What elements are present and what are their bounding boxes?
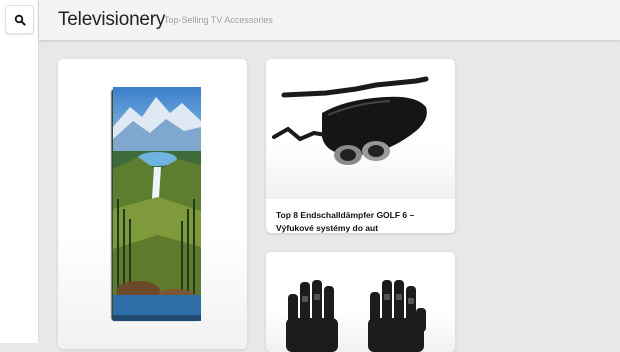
product-title[interactable]: Top 8 Endschalldämpfer GOLF 6 – Výfukové… — [276, 209, 445, 233]
site-header: Televisionery Top-Selling TV Accessories — [39, 0, 620, 40]
site-tagline: Top-Selling TV Accessories — [164, 15, 273, 25]
product-image[interactable] — [266, 59, 455, 199]
product-card[interactable] — [266, 252, 455, 352]
exhaust-muffler-image — [272, 76, 429, 165]
sidebar — [0, 0, 39, 343]
search-icon — [14, 14, 26, 26]
site-title[interactable]: Televisionery — [58, 9, 165, 31]
search-button[interactable] — [5, 5, 34, 34]
product-image[interactable] — [58, 59, 247, 349]
product-image[interactable] — [266, 252, 455, 352]
towel-mountain-waterfall-image — [110, 87, 201, 322]
product-card[interactable]: Top 8 Endschalldämpfer GOLF 6 – Výfukové… — [266, 59, 455, 233]
product-card[interactable] — [58, 59, 247, 349]
gloves-image — [286, 280, 426, 352]
